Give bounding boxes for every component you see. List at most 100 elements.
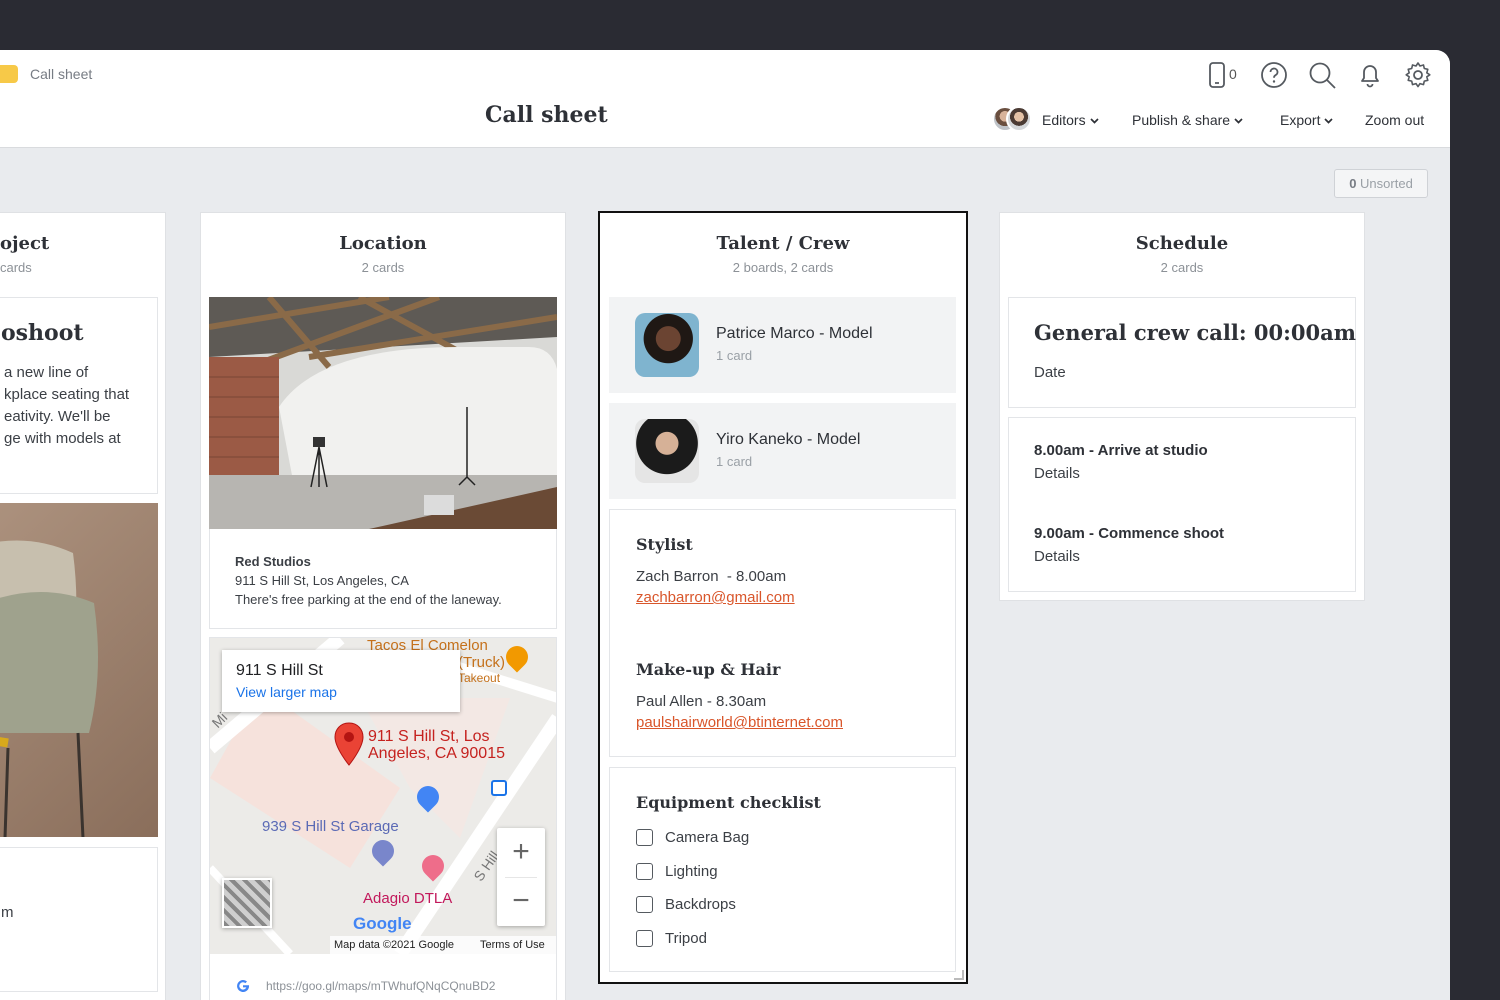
equipment-checklist-card[interactable]: Equipment checklist Camera Bag Lighting … — [609, 767, 956, 972]
checklist-item[interactable]: Lighting — [636, 863, 718, 880]
column-subtitle: 2 cards — [1160, 260, 1204, 275]
map-zoom-in-button[interactable]: + — [497, 828, 545, 877]
card-body: a new line of kplace seating that eativi… — [4, 364, 130, 447]
map-place-card: 911 S Hill St View larger map — [222, 650, 460, 712]
column-location[interactable]: Location 2 cards Red Studios 911 S Hill … — [201, 213, 565, 1000]
checkbox[interactable] — [636, 863, 653, 880]
column-title: Talent / Crew — [716, 233, 850, 254]
checklist-item[interactable]: Tripod — [636, 930, 707, 947]
google-logo: Google — [353, 914, 412, 933]
map-card[interactable]: Tacos El Comelon (Truck) Takeout 911 S H… — [209, 637, 557, 1000]
board-count: 1 card — [716, 454, 753, 469]
terms-link[interactable]: Terms of Use — [480, 936, 545, 954]
gear-icon[interactable] — [1403, 60, 1433, 90]
column-subtitle: 2 boards, 2 cards — [732, 260, 834, 275]
poi-label: (Truck) — [458, 654, 505, 671]
project-card[interactable]: m — [0, 847, 158, 992]
makeup-email-link[interactable]: paulshairworld@btinternet.com — [636, 714, 843, 731]
zoom-label: Zoom out — [1365, 112, 1425, 128]
crew-call-title: General crew call: 00:00am — [1034, 320, 1356, 345]
avatar — [635, 419, 699, 483]
breadcrumb[interactable]: Call sheet — [30, 66, 92, 82]
map-place-name: 911 S Hill St — [236, 662, 323, 679]
location-pin-icon[interactable] — [334, 722, 364, 766]
stylist-heading: Stylist — [636, 535, 693, 554]
map-url-link[interactable]: https://goo.gl/maps/mTWhufQNqCQnuBD2 — [266, 979, 536, 993]
map-embed[interactable]: Tacos El Comelon (Truck) Takeout 911 S H… — [210, 638, 556, 954]
export-menu[interactable]: Export — [1280, 112, 1334, 128]
unsorted-button[interactable]: 0 Unsorted — [1334, 169, 1428, 198]
top-bar: Call sheet Call sheet 0 Editors Publish … — [0, 50, 1450, 148]
board-name: Yiro Kaneko - Model — [716, 431, 861, 448]
editor-avatars[interactable] — [992, 106, 1034, 134]
app-window: Call sheet Call sheet 0 Editors Publish … — [0, 50, 1450, 1000]
schedule-card[interactable]: 8.00am - Arrive at studio Details 9.00am… — [1008, 417, 1356, 592]
checkbox[interactable] — [636, 896, 653, 913]
hotel-label: Adagio DTLA — [363, 890, 453, 907]
chairs-image[interactable] — [0, 503, 158, 837]
crew-call-date: Date — [1034, 364, 1066, 381]
bus-stop-icon[interactable] — [491, 780, 507, 796]
venue-note: There's free parking at the end of the l… — [235, 592, 502, 607]
column-title: oject — [0, 233, 50, 254]
map-zoom-out-button[interactable]: − — [497, 878, 545, 926]
venue-address: 911 S Hill St, Los Angeles, CA — [235, 573, 409, 588]
board-count: 1 card — [716, 348, 753, 363]
board-color-icon — [0, 65, 18, 83]
checkbox[interactable] — [636, 930, 653, 947]
checklist-item[interactable]: Camera Bag — [636, 829, 749, 846]
garage-label: 939 S Hill St Garage — [262, 818, 399, 835]
publish-share-menu[interactable]: Publish & share — [1132, 112, 1244, 128]
map-attribution: Map data ©2021 Google Terms of Use — [330, 936, 556, 954]
schedule-item-details: Details — [1034, 548, 1080, 565]
column-subtitle: 2 cards — [361, 260, 405, 275]
search-icon[interactable] — [1307, 60, 1337, 90]
map-data-text: Map data ©2021 Google — [334, 939, 455, 951]
help-icon[interactable] — [1259, 60, 1289, 90]
makeup-heading: Make-up & Hair — [636, 660, 781, 679]
export-label: Export — [1280, 112, 1321, 128]
page-title[interactable]: Call sheet — [485, 102, 608, 128]
pin-address-label: 911 S Hill St, Los Angeles, CA 90015 — [368, 728, 505, 762]
schedule-item-details: Details — [1034, 465, 1080, 482]
board-name: Patrice Marco - Model — [716, 325, 873, 342]
column-subtitle: cards — [0, 260, 32, 275]
view-larger-map-link[interactable]: View larger map — [236, 684, 337, 700]
board-yiro-kaneko[interactable]: Yiro Kaneko - Model 1 card — [609, 403, 956, 499]
checklist-heading: Equipment checklist — [636, 793, 821, 812]
checkbox[interactable] — [636, 829, 653, 846]
location-card[interactable]: Red Studios 911 S Hill St, Los Angeles, … — [209, 297, 557, 629]
chevron-down-icon — [1089, 117, 1099, 124]
studio-image — [209, 297, 557, 529]
chevron-down-icon — [1324, 117, 1334, 124]
google-g-icon — [236, 978, 250, 993]
phone-icon[interactable] — [1202, 60, 1232, 90]
stylist-details: Zach Barron - 8.00am — [636, 568, 787, 585]
schedule-item-time: 9.00am - Commence shoot — [1034, 525, 1225, 542]
checklist-item[interactable]: Backdrops — [636, 896, 736, 913]
unsorted-count: 0 — [1349, 176, 1357, 191]
bell-icon[interactable] — [1355, 60, 1385, 90]
unsorted-label: Unsorted — [1360, 176, 1413, 191]
resize-handle[interactable] — [954, 970, 964, 980]
column-project[interactable]: oject cards oshoot a new line of kplace … — [0, 213, 165, 1000]
crew-contacts-card[interactable]: Stylist Zach Barron - 8.00am zachbarron@… — [609, 509, 956, 757]
poi-label: Takeout — [458, 671, 501, 685]
crew-call-card[interactable]: General crew call: 00:00am Date — [1008, 297, 1356, 408]
board-patrice-marco[interactable]: Patrice Marco - Model 1 card — [609, 297, 956, 393]
column-talent-crew[interactable]: Talent / Crew 2 boards, 2 cards Patrice … — [598, 211, 968, 984]
location-details: Red Studios 911 S Hill St, Los Angeles, … — [235, 552, 502, 609]
device-count: 0 — [1229, 66, 1237, 82]
zoom-out-button[interactable]: Zoom out — [1365, 112, 1424, 128]
project-card[interactable]: oshoot a new line of kplace seating that… — [0, 297, 158, 494]
venue-name: Red Studios — [235, 554, 311, 569]
card-title: oshoot — [1, 320, 84, 346]
column-title: Schedule — [1135, 233, 1229, 254]
makeup-details: Paul Allen - 8.30am — [636, 693, 767, 710]
avatar — [1006, 106, 1032, 132]
stylist-email-link[interactable]: zachbarron@gmail.com — [636, 589, 795, 606]
column-title: Location — [339, 233, 427, 254]
editors-menu[interactable]: Editors — [1042, 112, 1100, 128]
satellite-toggle[interactable] — [222, 878, 272, 928]
column-schedule[interactable]: Schedule 2 cards General crew call: 00:0… — [1000, 213, 1364, 600]
